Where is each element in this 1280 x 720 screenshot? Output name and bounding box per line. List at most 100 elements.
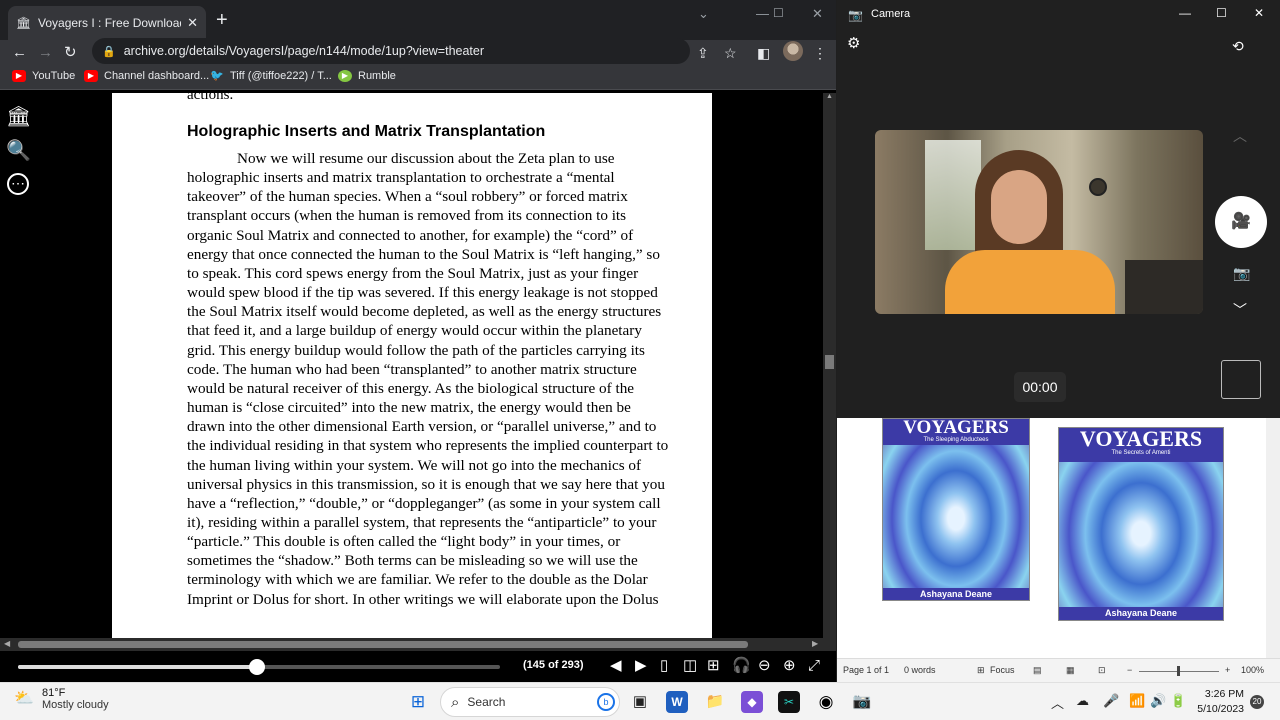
- search-icon[interactable]: 🔍: [6, 139, 31, 163]
- minimize-icon[interactable]: —: [756, 6, 769, 21]
- word-document-window: VOYAGERS The Sleeping Abductees Ashayana…: [837, 418, 1280, 682]
- preview-window-shape: [925, 140, 981, 250]
- settings-gear-icon[interactable]: ⚙: [847, 34, 860, 52]
- volume-icon[interactable]: 🔊: [1150, 693, 1166, 709]
- share-icon[interactable]: ⇪: [697, 43, 709, 63]
- more-options-icon[interactable]: ⋯: [7, 173, 29, 195]
- chrome-icon[interactable]: ◉: [815, 691, 837, 713]
- onedrive-cloud-icon[interactable]: ☁: [1076, 693, 1089, 709]
- weather-widget[interactable]: ⛅ 81°F Mostly cloudy: [14, 687, 109, 711]
- photo-mode-icon[interactable]: 📷: [1233, 265, 1250, 282]
- maximize-icon[interactable]: ☐: [773, 6, 784, 20]
- reload-icon[interactable]: ↻: [64, 43, 77, 63]
- bookmark-channel-dashboard[interactable]: ▶ Channel dashboard...: [84, 70, 209, 82]
- camera-maximize-icon[interactable]: ☐: [1216, 6, 1227, 20]
- bookmark-youtube[interactable]: ▶ YouTube: [12, 70, 75, 82]
- print-layout-icon[interactable]: ▦: [1066, 665, 1075, 676]
- horizontal-scroll-thumb[interactable]: [18, 641, 748, 648]
- switch-camera-icon[interactable]: ⟲: [1232, 38, 1244, 55]
- vertical-scrollbar[interactable]: ▲: [823, 93, 836, 638]
- notification-badge[interactable]: 20: [1250, 695, 1264, 709]
- zoom-slider-handle[interactable]: [1177, 666, 1180, 676]
- record-video-button[interactable]: 🎥: [1215, 196, 1267, 248]
- preview-person-face: [991, 170, 1047, 244]
- back-icon[interactable]: ←: [12, 43, 27, 63]
- zoom-in-plus-icon[interactable]: +: [1225, 665, 1230, 675]
- last-capture-thumbnail[interactable]: [1221, 360, 1261, 399]
- capcut-icon[interactable]: ✂: [778, 691, 800, 713]
- clock-date: 5/10/2023: [1197, 703, 1244, 715]
- bookmark-star-icon[interactable]: ☆: [724, 43, 737, 63]
- web-layout-icon[interactable]: ⊡: [1098, 665, 1106, 676]
- zoom-out-minus-icon[interactable]: −: [1127, 665, 1132, 675]
- read-mode-icon[interactable]: ▤: [1033, 665, 1042, 676]
- bing-icon[interactable]: b: [597, 693, 615, 711]
- creative-app-icon[interactable]: ◆: [741, 691, 763, 713]
- archive-favicon-icon: 🏛: [16, 16, 32, 30]
- scroll-right-icon[interactable]: ▶: [812, 639, 818, 648]
- chevron-down-icon[interactable]: ﹀: [1233, 300, 1247, 320]
- scroll-up-icon[interactable]: ▲: [823, 93, 836, 100]
- zoom-level[interactable]: 100%: [1241, 665, 1264, 675]
- document-canvas[interactable]: VOYAGERS The Sleeping Abductees Ashayana…: [837, 418, 1280, 658]
- windows-start-icon[interactable]: ⊞: [407, 691, 429, 713]
- battery-icon[interactable]: 🔋: [1170, 693, 1186, 709]
- recording-timer: 00:00: [1014, 372, 1066, 402]
- book-cover-voyagers-2[interactable]: VOYAGERS The Secrets of Amenti Ashayana …: [1058, 427, 1224, 621]
- scroll-left-icon[interactable]: ◀: [4, 639, 10, 648]
- tray-chevron-up-icon[interactable]: ︿: [1051, 693, 1064, 712]
- twitter-icon: 🐦: [210, 70, 224, 82]
- page-body-text: Now we will resume our discussion about …: [187, 150, 669, 608]
- focus-button[interactable]: Focus: [990, 665, 1015, 675]
- page-slider[interactable]: [18, 659, 500, 675]
- wifi-icon[interactable]: 📶: [1129, 693, 1145, 709]
- word-count[interactable]: 0 words: [904, 665, 936, 675]
- browser-window: 🏛 Voyagers I : Free Download, Borr ✕ + ⌄…: [0, 0, 836, 682]
- two-page-view-icon[interactable]: ◫: [683, 656, 697, 676]
- vertical-scroll-thumb[interactable]: [825, 355, 834, 369]
- tab-search-icon[interactable]: ⌄: [698, 6, 709, 22]
- profile-avatar[interactable]: [783, 41, 803, 61]
- previous-page-icon[interactable]: ◀: [610, 656, 622, 676]
- book-2-author: Ashayana Deane: [1059, 607, 1223, 620]
- next-page-icon[interactable]: ▶: [635, 656, 647, 676]
- side-panel-icon[interactable]: ◧: [757, 43, 770, 63]
- forward-icon[interactable]: →: [38, 43, 53, 63]
- book-1-author: Ashayana Deane: [883, 588, 1029, 600]
- file-explorer-icon[interactable]: 📁: [704, 691, 726, 713]
- address-bar[interactable]: 🔒 archive.org/details/VoyagersI/page/n14…: [92, 38, 690, 64]
- bookmark-label: Rumble: [358, 70, 396, 82]
- system-clock[interactable]: 3:26 PM 5/10/2023: [1192, 687, 1244, 717]
- book-cover-voyagers-1[interactable]: VOYAGERS The Sleeping Abductees Ashayana…: [882, 418, 1030, 601]
- bookmark-twitter[interactable]: 🐦 Tiff (@tiffoe222) / T...: [210, 70, 332, 82]
- read-aloud-icon[interactable]: 🎧: [732, 656, 751, 676]
- task-view-icon[interactable]: ▣: [629, 691, 651, 713]
- one-page-view-icon[interactable]: ▯: [660, 656, 668, 676]
- zoom-in-icon[interactable]: ⊕: [783, 656, 796, 676]
- word-app-icon[interactable]: W: [666, 691, 688, 713]
- preview-person-shirt: [945, 250, 1115, 314]
- bookmarks-bar: ▶ YouTube ▶ Channel dashboard... 🐦 Tiff …: [0, 66, 836, 90]
- page-indicator[interactable]: Page 1 of 1: [843, 665, 889, 675]
- tab-voyagers[interactable]: 🏛 Voyagers I : Free Download, Borr ✕: [8, 6, 206, 40]
- page-slider-handle[interactable]: [248, 659, 265, 675]
- document-scrollbar[interactable]: [1266, 418, 1280, 658]
- fullscreen-icon[interactable]: ⤢: [808, 656, 820, 676]
- tab-close-icon[interactable]: ✕: [187, 15, 198, 31]
- bookmark-rumble[interactable]: ▶ Rumble: [338, 70, 396, 82]
- taskbar-search[interactable]: ⌕ Search b: [440, 687, 620, 717]
- chevron-up-icon[interactable]: ︿: [1233, 126, 1247, 146]
- camera-close-icon[interactable]: ✕: [1254, 6, 1264, 20]
- camera-taskbar-icon[interactable]: 📷: [851, 691, 873, 713]
- new-tab-button[interactable]: +: [216, 10, 228, 30]
- close-window-icon[interactable]: ✕: [812, 6, 823, 22]
- camera-minimize-icon[interactable]: —: [1179, 6, 1191, 20]
- microphone-icon[interactable]: 🎤: [1103, 693, 1119, 709]
- search-magnifier-icon: ⌕: [451, 693, 460, 711]
- menu-dots-icon[interactable]: ⋮: [813, 43, 827, 63]
- archive-logo-icon[interactable]: 🏛: [6, 105, 31, 129]
- horizontal-scrollbar[interactable]: ◀ ▶: [0, 638, 836, 651]
- lock-icon[interactable]: 🔒: [102, 45, 116, 58]
- zoom-out-icon[interactable]: ⊖: [758, 656, 771, 676]
- thumbnail-view-icon[interactable]: ⊞: [707, 656, 720, 676]
